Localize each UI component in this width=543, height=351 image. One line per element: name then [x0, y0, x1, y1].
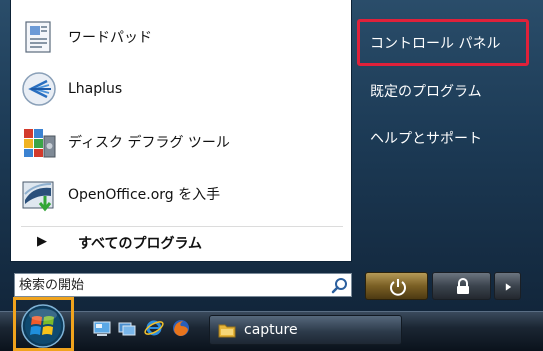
openoffice-icon [22, 181, 54, 212]
lhaplus-icon [22, 72, 56, 106]
program-label: OpenOffice.org を入手 [68, 187, 221, 203]
program-label: ワードパッド [68, 30, 152, 46]
arrow-right-icon: ▶ [37, 234, 47, 249]
program-item-openoffice[interactable]: OpenOffice.org を入手 [11, 170, 351, 218]
windows-start-icon[interactable] [20, 303, 66, 349]
switch-windows-icon[interactable] [117, 318, 137, 338]
power-icon [390, 279, 406, 296]
taskbar-button-capture[interactable]: capture [209, 315, 402, 345]
divider [21, 226, 343, 227]
lock-icon [457, 278, 469, 294]
show-desktop-icon[interactable] [92, 318, 112, 338]
programs-panel: ワードパッド Lhaplus ディスク デフラグ ツール OpenOffice.… [10, 0, 352, 262]
triangle-right-icon [505, 283, 512, 291]
search-input[interactable] [19, 276, 319, 294]
program-label: ディスク デフラグ ツール [68, 135, 230, 151]
control-panel-link[interactable]: コントロール パネル [370, 33, 500, 53]
program-label: Lhaplus [68, 81, 123, 97]
program-item-lhaplus[interactable]: Lhaplus [11, 65, 351, 113]
defrag-icon [24, 129, 56, 158]
default-programs-link[interactable]: 既定のプログラム [370, 81, 482, 101]
search-icon[interactable] [331, 277, 349, 295]
folder-icon [218, 324, 236, 338]
start-menu: ワードパッド Lhaplus ディスク デフラグ ツール OpenOffice.… [0, 0, 543, 311]
shutdown-options-button[interactable] [494, 272, 521, 300]
internet-explorer-icon[interactable] [144, 318, 164, 338]
help-support-link[interactable]: ヘルプとサポート [370, 128, 482, 148]
wordpad-icon [25, 21, 51, 53]
taskbar-button-label: capture [244, 322, 298, 338]
program-item-wordpad[interactable]: ワードパッド [11, 13, 351, 61]
all-programs-item[interactable]: ▶ すべてのプログラム [11, 228, 351, 258]
program-item-disk-defrag[interactable]: ディスク デフラグ ツール [11, 118, 351, 166]
firefox-icon[interactable] [171, 318, 191, 338]
power-button[interactable] [365, 272, 428, 300]
all-programs-label: すべてのプログラム [78, 236, 203, 252]
search-box [14, 273, 352, 297]
lock-button[interactable] [432, 272, 491, 300]
